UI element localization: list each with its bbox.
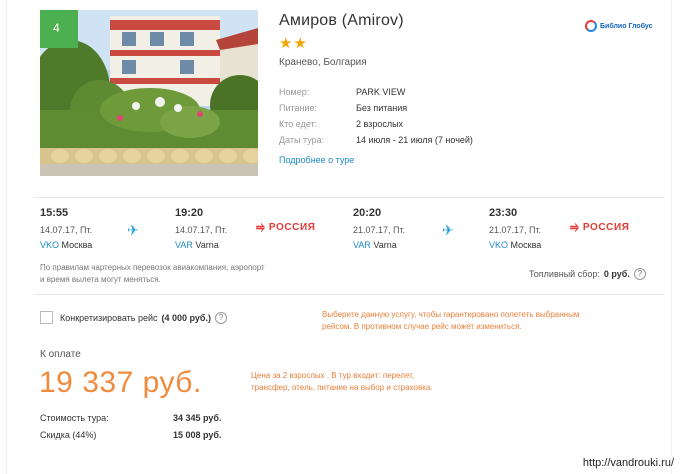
return-departure-airport: VAR Varna — [353, 240, 397, 250]
rank-number: 4 — [53, 21, 60, 35]
detail-row-meals: Питание: Без питания — [279, 100, 473, 116]
outbound-departure-date: 14.07.17, Пт. — [40, 225, 93, 235]
airport-code[interactable]: VAR — [175, 240, 193, 250]
tour-operator-logo: Библио Глобус — [585, 20, 653, 32]
total-price: 19 337 руб. — [39, 366, 202, 399]
tour-card: 4 Амиров (Amirov) ★★ Кранево, Болгария Б… — [6, 0, 672, 474]
help-icon[interactable]: ? — [215, 312, 227, 324]
detail-label: Питание: — [279, 103, 318, 113]
discount-label: Скидка (44%) — [40, 430, 97, 440]
detail-row-dates: Даты тура: 14 июля - 21 июля (7 ночей) — [279, 132, 473, 148]
option-price: (4 000 руб.) — [161, 313, 211, 323]
airport-city: Varna — [195, 240, 219, 250]
watermark: http://vandrouki.ru/ — [579, 456, 677, 470]
outbound-arrival-date: 14.07.17, Пт. — [175, 225, 228, 235]
tour-details-link[interactable]: Подробнее о туре — [279, 155, 354, 165]
detail-value: PARK VIEW — [356, 87, 406, 97]
hotel-location: Кранево, Болгария — [279, 57, 367, 68]
hotel-photo[interactable]: 4 — [40, 10, 258, 176]
specify-flight-note: Выберите данную услугу, чтобы гарантиров… — [322, 310, 580, 331]
return-arrival-airport: VKO Москва — [489, 240, 541, 250]
cost-label: Стоимость тура: — [40, 413, 109, 423]
plane-icon: ✈ — [442, 222, 454, 238]
payment-label: К оплате — [40, 349, 81, 360]
airport-code[interactable]: VAR — [353, 240, 371, 250]
detail-row-travelers: Кто едет: 2 взрослых — [279, 116, 473, 132]
outbound-departure-time: 15:55 — [40, 207, 69, 219]
detail-value: 14 июля - 21 июля (7 ночей) — [356, 135, 473, 145]
airport-city: Москва — [510, 240, 542, 250]
airline-name: РОССИЯ — [268, 222, 316, 233]
outbound-departure-airport: VKO Москва — [40, 240, 92, 250]
fuel-surcharge: Топливный сбор: 0 руб. ? — [529, 268, 646, 280]
detail-label: Даты тура: — [279, 135, 325, 145]
rank-badge: 4 — [40, 10, 78, 48]
globe-icon — [585, 20, 597, 32]
price-note: Цена за 2 взрослых . В тур входит: перел… — [251, 371, 433, 392]
fuel-value: 0 руб. — [603, 269, 630, 279]
detail-value: Без питания — [356, 103, 408, 113]
divider — [34, 294, 664, 295]
specify-flight-label[interactable]: Конкретизировать рейс (4 000 руб.) ? — [60, 312, 227, 324]
divider — [34, 197, 664, 198]
airline-name: РОССИЯ — [582, 222, 630, 233]
outbound-arrival-airport: VAR Varna — [175, 240, 219, 250]
detail-label: Кто едет: — [279, 119, 318, 129]
discount-value: 15 008 руб. — [173, 430, 222, 440]
help-icon[interactable]: ? — [633, 268, 646, 280]
airport-code[interactable]: VKO — [489, 240, 508, 250]
return-airline-logo: ⥤ РОССИЯ — [570, 221, 630, 234]
outbound-arrival-time: 19:20 — [175, 207, 204, 219]
return-departure-time: 20:20 — [353, 207, 382, 219]
tour-operator-name: Библио Глобус — [600, 22, 653, 30]
hotel-stars: ★★ — [279, 35, 308, 52]
airport-city: Москва — [61, 240, 93, 250]
cost-value: 34 345 руб. — [173, 413, 222, 423]
airline-icon: ⥤ — [570, 221, 579, 233]
outbound-airline-logo: ⥤ РОССИЯ — [256, 221, 316, 234]
airline-icon: ⥤ — [256, 221, 265, 233]
plane-icon: ✈ — [127, 222, 139, 238]
detail-label: Номер: — [279, 87, 310, 97]
fuel-label: Топливный сбор: — [529, 269, 600, 279]
charter-note: По правилам чартерных перевозок авиакомп… — [40, 263, 265, 284]
detail-value: 2 взрослых — [356, 119, 404, 129]
airport-code[interactable]: VKO — [40, 240, 59, 250]
return-arrival-time: 23:30 — [489, 207, 518, 219]
detail-row-room: Номер: PARK VIEW — [279, 84, 473, 100]
return-arrival-date: 21.07.17, Пт. — [489, 225, 542, 235]
specify-flight-checkbox[interactable] — [40, 311, 53, 324]
option-label: Конкретизировать рейс — [60, 313, 158, 323]
tour-details: Номер: PARK VIEW Питание: Без питания Кт… — [279, 84, 473, 148]
hotel-name[interactable]: Амиров (Amirov) — [279, 12, 404, 30]
airport-city: Varna — [373, 240, 397, 250]
return-departure-date: 21.07.17, Пт. — [353, 225, 406, 235]
